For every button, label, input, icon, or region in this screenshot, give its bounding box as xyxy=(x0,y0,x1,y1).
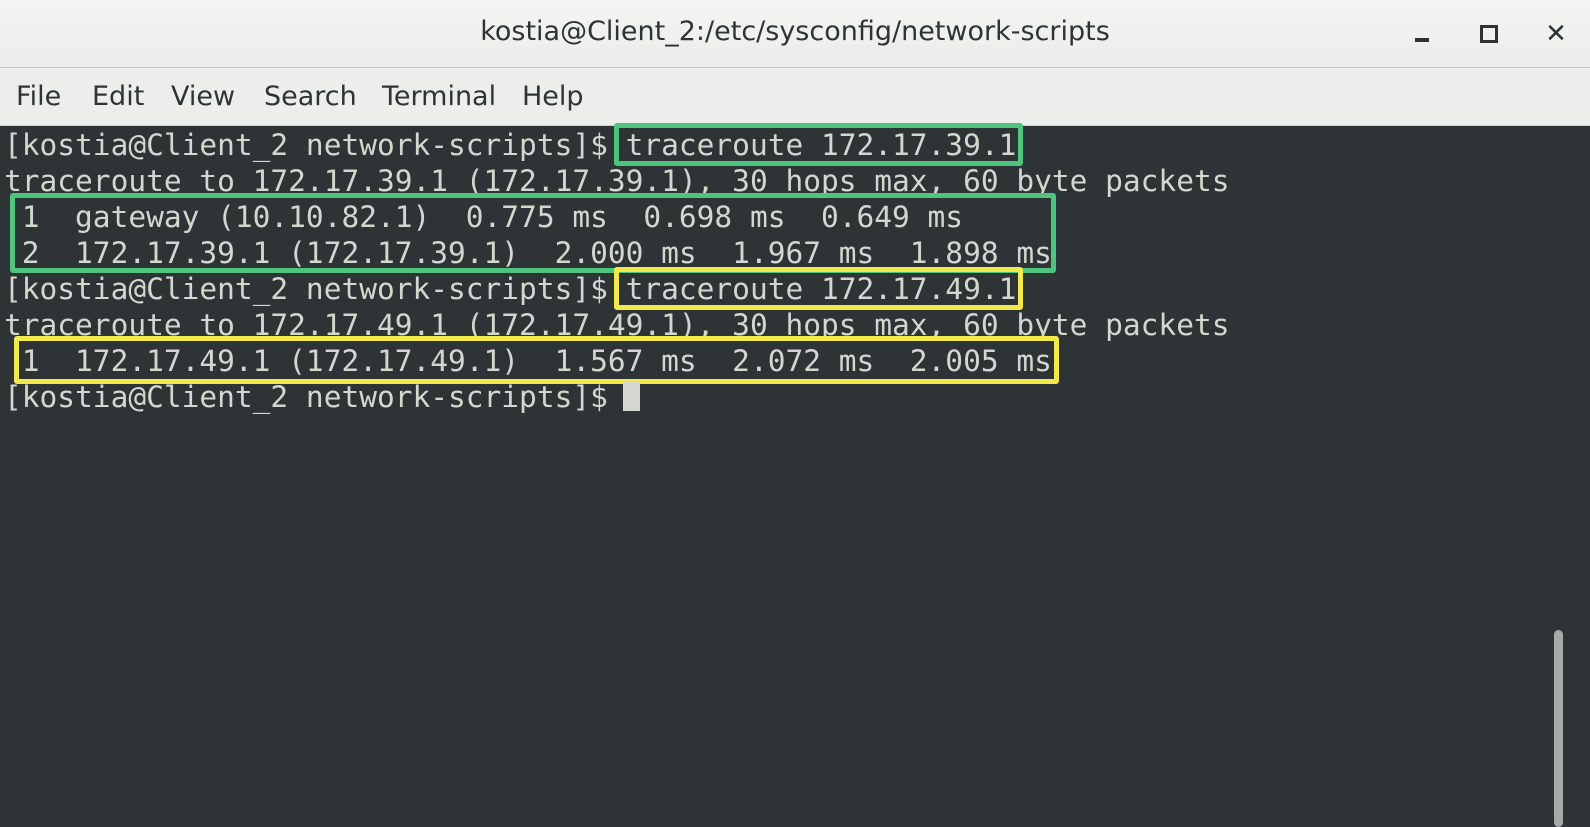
terminal-cursor xyxy=(623,381,640,411)
menu-help[interactable]: Help xyxy=(522,81,584,112)
maximize-button[interactable] xyxy=(1469,16,1509,52)
terminal-output[interactable]: [kostia@Client_2 network-scripts]$ trace… xyxy=(0,123,1560,827)
menu-search[interactable]: Search xyxy=(264,81,357,112)
highlight-hops-2 xyxy=(14,336,1059,384)
close-icon: ✕ xyxy=(1545,19,1567,49)
highlight-hops-1 xyxy=(10,193,1056,273)
close-button[interactable]: ✕ xyxy=(1536,16,1576,52)
minimize-button[interactable] xyxy=(1402,16,1442,52)
menu-file[interactable]: File xyxy=(16,81,61,112)
highlight-command-1 xyxy=(614,123,1023,166)
window-title: kostia@Client_2:/etc/sysconfig/network-s… xyxy=(480,16,1110,47)
title-bar[interactable]: kostia@Client_2:/etc/sysconfig/network-s… xyxy=(0,0,1590,68)
terminal-window: kostia@Client_2:/etc/sysconfig/network-s… xyxy=(0,0,1590,827)
menu-terminal[interactable]: Terminal xyxy=(382,81,496,112)
scrollbar-thumb[interactable] xyxy=(1554,630,1563,827)
maximize-icon xyxy=(1480,25,1498,43)
highlight-command-2 xyxy=(614,267,1023,310)
menu-bar: File Edit View Search Terminal Help xyxy=(0,68,1590,126)
terminal-prompt-line: [kostia@Client_2 network-scripts]$ xyxy=(4,380,626,414)
scrollbar-track[interactable] xyxy=(1560,126,1590,827)
menu-view[interactable]: View xyxy=(171,81,235,112)
menu-edit[interactable]: Edit xyxy=(92,81,144,112)
minimize-icon xyxy=(1415,38,1429,42)
